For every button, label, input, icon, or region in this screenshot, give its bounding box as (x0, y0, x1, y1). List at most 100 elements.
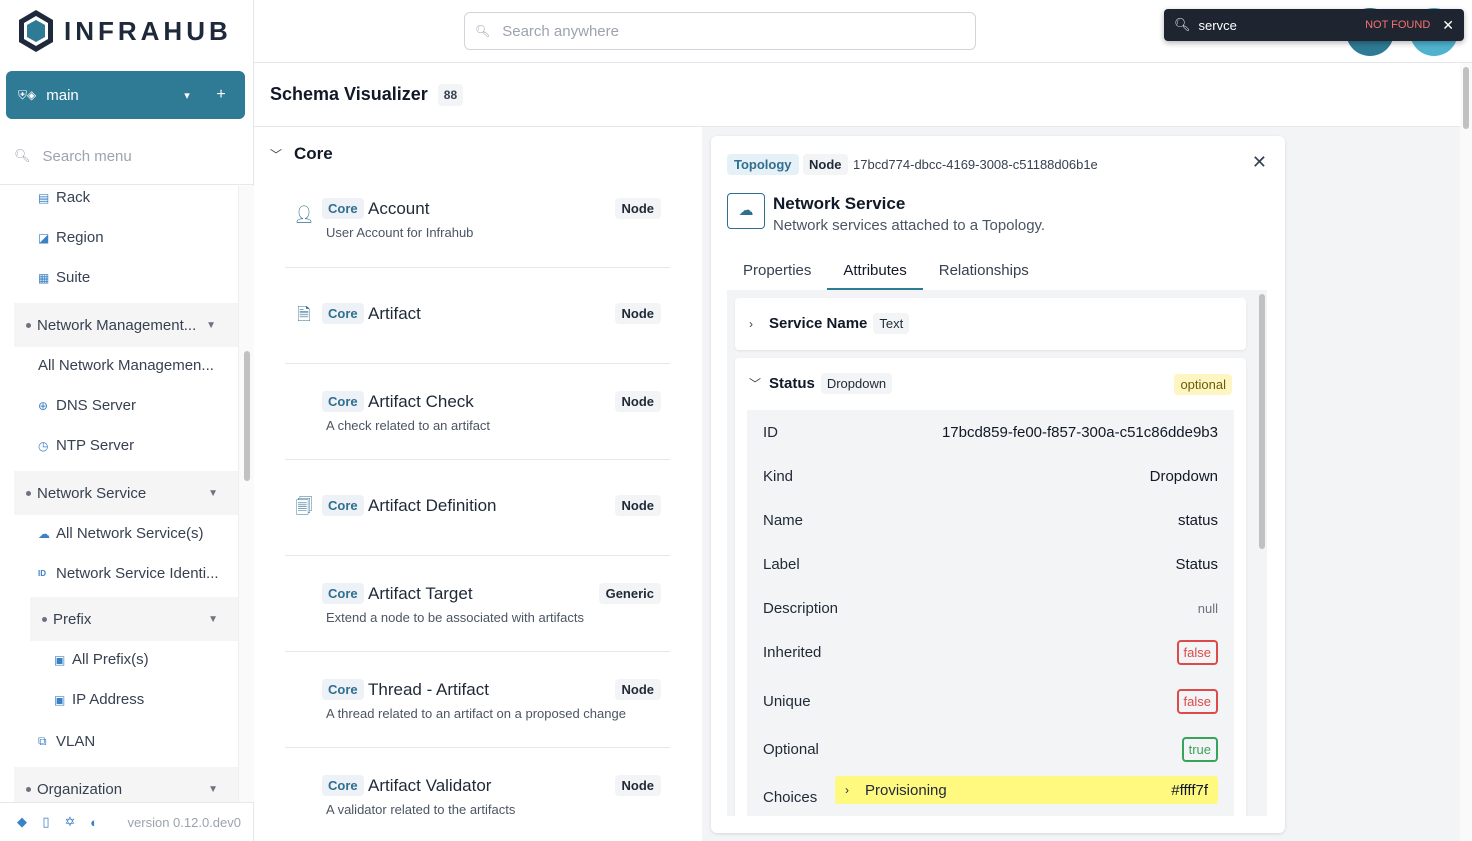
tab-properties[interactable]: Properties (727, 254, 827, 290)
sidebar-item-label: Suite (56, 269, 91, 286)
sidebar-item-all-prefixes[interactable]: ▣ All Prefix(s) (54, 651, 149, 668)
caret-down-icon: ▼ (208, 783, 218, 795)
schema-item-account[interactable]: 👤︎ Core Account Node User Account for In… (285, 172, 670, 268)
sidebar-group-label: Network Service (37, 484, 147, 502)
namespace-badge: Core (322, 391, 364, 412)
choice-provisioning[interactable]: › Provisioning #ffff7f (835, 776, 1218, 804)
attribute-service-name[interactable]: › Service Name Text (735, 298, 1246, 350)
dns-icon: ⊕ (38, 398, 49, 413)
find-status: NOT FOUND (1365, 19, 1431, 31)
sidebar-item-vlan[interactable]: ⧉ VLAN (38, 733, 95, 750)
menu-search-input[interactable] (42, 147, 233, 165)
sidebar-group-network-service[interactable]: Network Service ▼ (14, 471, 238, 515)
find-query[interactable]: servce (1199, 18, 1366, 33)
sidebar-item-all-network-management[interactable]: All Network Managemen... (38, 357, 230, 374)
close-icon[interactable]: ✕ (1252, 152, 1267, 173)
prop-key: Inherited (763, 643, 822, 661)
kind-badge: Generic (598, 583, 661, 604)
sidebar-item-all-network-services[interactable]: ☁ All Network Service(s) (38, 525, 204, 542)
choice-color: #ffff7f (1171, 781, 1208, 799)
attribute-name: Status (769, 375, 815, 392)
attribute-header[interactable]: ﹀ Status Dropdown (749, 373, 893, 394)
sidebar-group-organization[interactable]: Organization ▼ (14, 767, 238, 802)
namespace-badge: Core (322, 303, 364, 324)
schema-name: Thread - Artifact (368, 680, 489, 699)
count-badge: 88 (437, 83, 464, 106)
schema-item-artifact[interactable]: 🗎︎ Core Artifact Node (285, 268, 670, 364)
graphql-icon[interactable]: ✡ (58, 814, 82, 830)
scrollbar-thumb[interactable] (1463, 67, 1469, 129)
close-icon[interactable]: ✕ (1442, 17, 1454, 34)
tab-attributes[interactable]: Attributes (827, 254, 923, 290)
prop-row-id: ID 17bcd859-fe00-f857-300a-c51c86dde9b3 (747, 410, 1234, 454)
sidebar-group-label: Organization (37, 780, 123, 798)
chevron-down-icon[interactable]: ▾ (175, 89, 199, 102)
cloud-network-icon: ☁ (38, 526, 50, 541)
sidebar-item-dns-server[interactable]: ⊕ DNS Server (38, 397, 136, 414)
sidebar-item-ntp-server[interactable]: ◷ NTP Server (38, 437, 134, 454)
version-label: version 0.12.0.dev0 (127, 814, 241, 830)
prop-row-label: Label Status (747, 542, 1234, 586)
schema-name: Artifact Validator (368, 776, 492, 795)
prop-value: 17bcd859-fe00-f857-300a-c51c86dde9b3 (941, 423, 1218, 441)
attribute-header: › Service Name Text (749, 313, 910, 334)
sidebar-group-prefix[interactable]: Prefix ▼ (30, 597, 238, 641)
sidebar-group-network-management[interactable]: Network Management... ▼ (14, 303, 238, 347)
chevron-right-icon: › (845, 783, 849, 797)
caret-down-icon: ▼ (208, 613, 218, 625)
document-icon[interactable]: ▯ (34, 814, 58, 830)
schema-item-artifact-check[interactable]: Core Artifact Check Node A check related… (285, 364, 670, 460)
sidebar-item-rack[interactable]: ▤ Rack (38, 189, 90, 206)
bullet-icon (26, 490, 31, 496)
kind-badge: Node (803, 154, 848, 175)
globe-icon[interactable]: ◐ (82, 815, 106, 830)
sidebar-item-label: All Prefix(s) (72, 651, 149, 668)
prop-key: Label (763, 555, 800, 573)
prop-row-inherited: Inherited false (747, 630, 1234, 674)
detail-tabs: Properties Attributes Relationships (727, 254, 1267, 290)
sidebar-item-network-service-identifier[interactable]: ID Network Service Identi... (38, 565, 234, 582)
ntp-icon: ◷ (38, 438, 49, 453)
global-search-input[interactable] (502, 22, 943, 40)
logo[interactable]: INFRAHUB (16, 8, 232, 54)
scrollbar-thumb[interactable] (1259, 294, 1265, 549)
prop-key: ID (763, 423, 778, 441)
branch-selector[interactable]: ⛨◈ main ▾ + (6, 71, 245, 119)
true-badge: true (1181, 736, 1218, 762)
menu-search: 🔍︎ (0, 128, 253, 185)
schema-description: A check related to an artifact (326, 418, 491, 433)
sidebar-item-ip-address[interactable]: ▣ IP Address (54, 691, 144, 708)
prop-row-kind: Kind Dropdown (747, 454, 1234, 498)
tab-relationships[interactable]: Relationships (923, 254, 1045, 290)
schema-item-artifact-validator[interactable]: Core Artifact Validator Node A validator… (285, 748, 670, 841)
prop-row-choices: Choices › Provisioning #ffff7f (747, 775, 1234, 816)
false-badge: false (1176, 688, 1218, 714)
schema-item-artifact-target[interactable]: Core Artifact Target Generic Extend a no… (285, 556, 670, 652)
sidebar-item-region[interactable]: ◪ Region (38, 229, 104, 246)
schema-name: Account (368, 199, 430, 218)
detail-description: Network services attached to a Topology. (773, 217, 1046, 234)
namespace-badge: Topology (727, 154, 799, 175)
schema-item-artifact-definition[interactable]: 🗐︎ Core Artifact Definition Node (285, 460, 670, 556)
kind-badge: Node (614, 303, 661, 324)
sidebar-item-label: IP Address (72, 691, 145, 708)
search-icon: 🔍︎ (475, 24, 491, 38)
global-search: 🔍︎ (464, 12, 976, 50)
sidebar-group-label: Network Management... (37, 316, 197, 334)
sidebar-item-suite[interactable]: ▦ Suite (38, 269, 90, 286)
chevron-down-icon: ﹀ (270, 147, 283, 162)
scrollbar-thumb[interactable] (244, 351, 250, 481)
region-icon: ◪ (38, 230, 50, 245)
namespace-badge: Core (322, 495, 364, 516)
section-core[interactable]: ﹀ Core (270, 144, 333, 164)
page-scrollbar[interactable] (1460, 63, 1472, 841)
git-icon[interactable]: ◆ (10, 814, 34, 830)
prop-value: Dropdown (1149, 467, 1218, 485)
sidebar-scrollbar[interactable] (238, 186, 254, 802)
prop-key: Kind (763, 467, 794, 485)
sidebar-group-label: Prefix (53, 610, 92, 628)
attributes-list: › Service Name Text ﹀ Status Dropdown op… (727, 290, 1267, 816)
attribute-name: Service Name (769, 315, 868, 332)
schema-item-thread-artifact[interactable]: Core Thread - Artifact Node A thread rel… (285, 652, 670, 748)
add-branch-button[interactable]: + (209, 86, 233, 104)
